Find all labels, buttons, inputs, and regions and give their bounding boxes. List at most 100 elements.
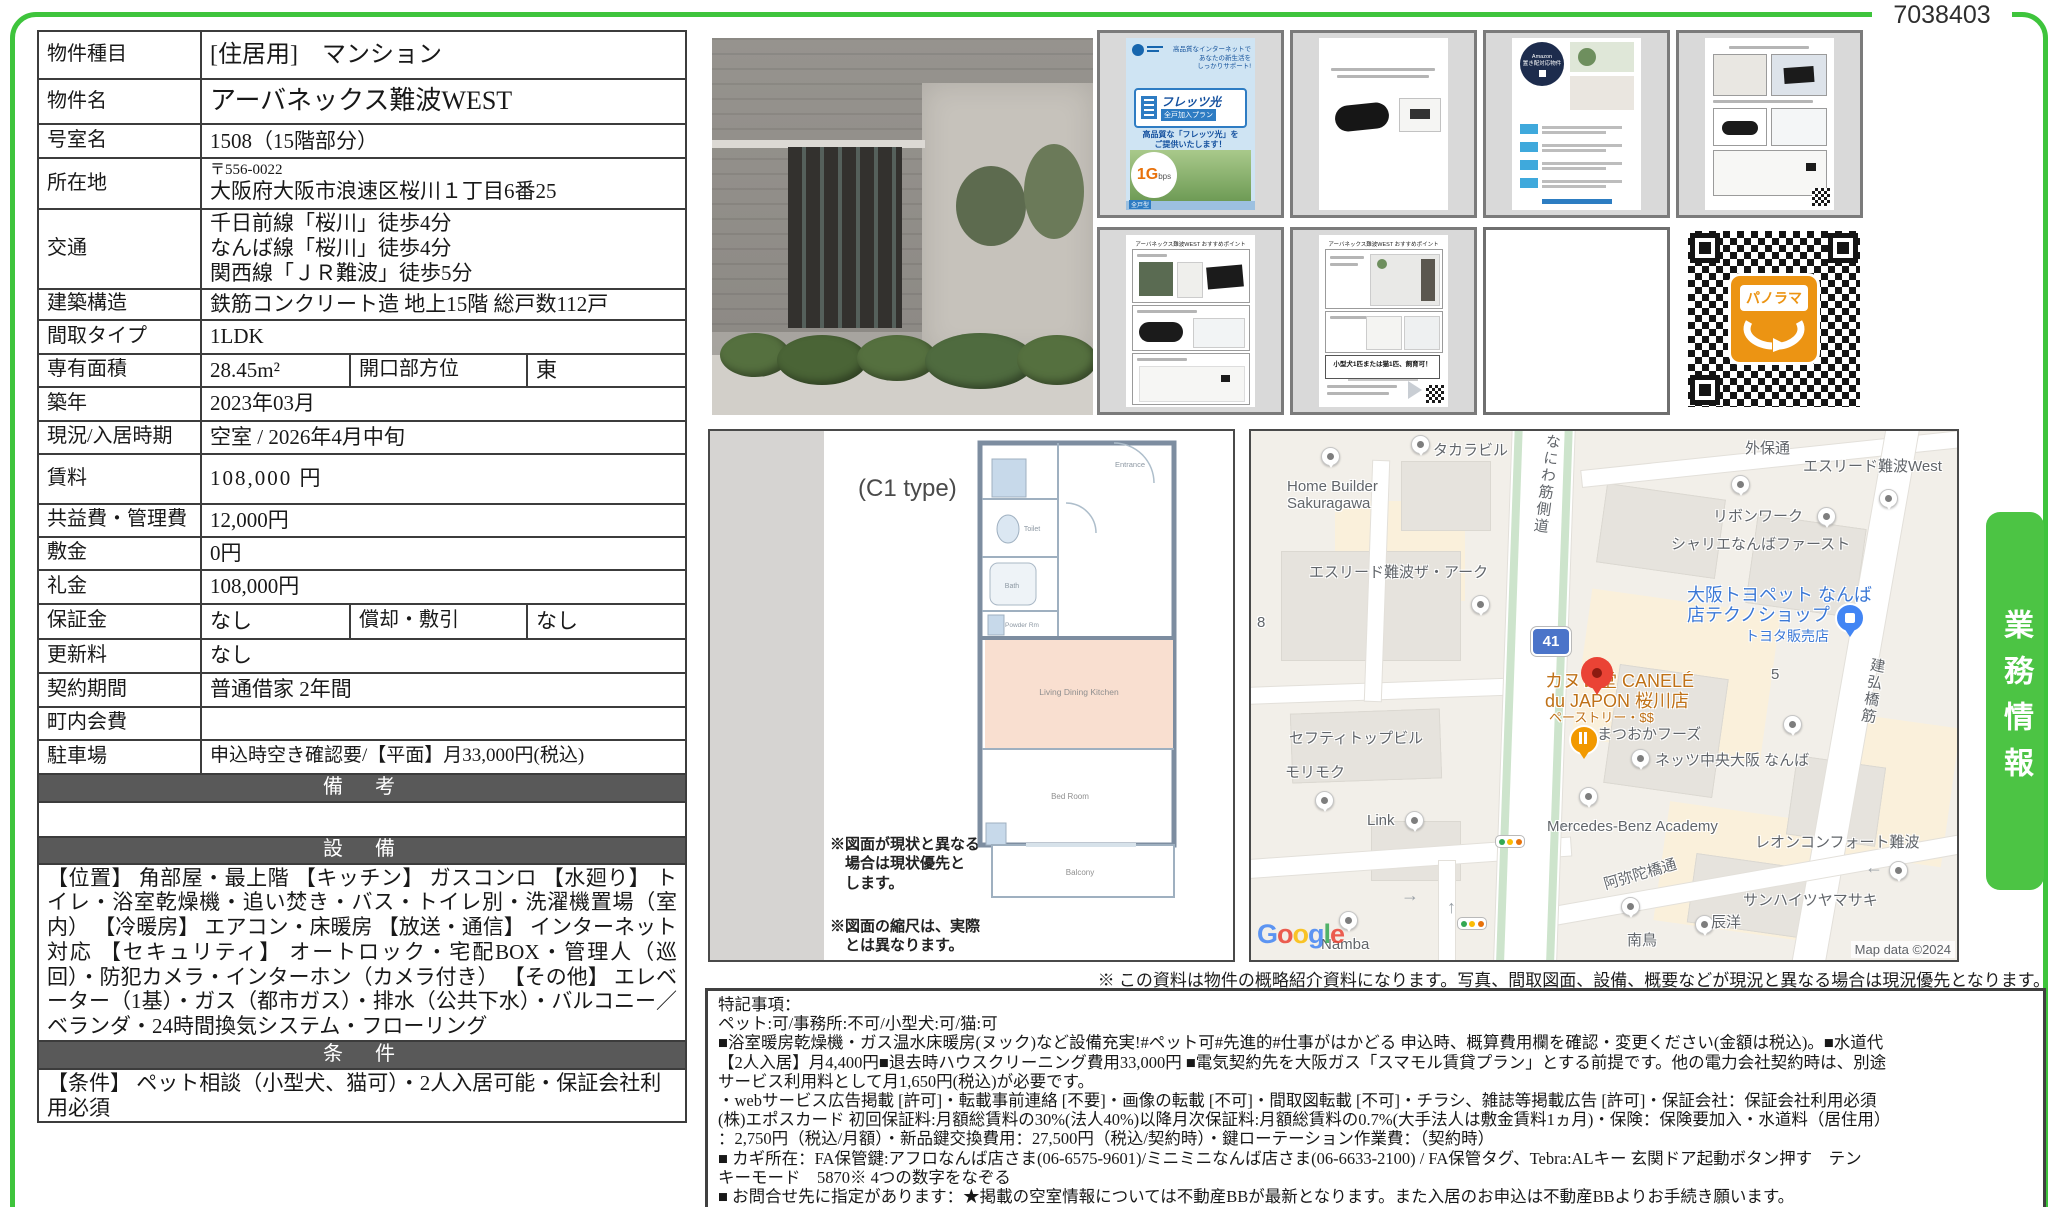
flyer-line: 高品質なインターネットで: [1173, 46, 1251, 55]
row-label: 交通: [38, 209, 201, 289]
row-label: 築年: [38, 387, 201, 421]
row-label: 所在地: [38, 158, 201, 209]
qr-mini-icon: [1812, 188, 1830, 206]
floorplan-note: ※図面の縮尺は、実際 とは異なります。: [830, 917, 990, 956]
room-label: Living Dining Kitchen: [1039, 687, 1119, 697]
map-label: ←: [1865, 857, 1883, 877]
map-label: Link: [1367, 813, 1395, 830]
map-label: 大阪トヨペット なんば 店テクノショップ: [1687, 585, 1872, 625]
map-label: 5: [1771, 667, 1779, 684]
map-label: 建弘橋筋: [1857, 656, 1885, 726]
address-cell: 〒556-0022大阪府大阪市浪速区桜川１丁目6番25: [201, 158, 686, 209]
room-label: Powder Rm: [1005, 622, 1039, 629]
remarks-line: サービス利用料として月1,650円(税込)が必要です。: [718, 1072, 2033, 1091]
flyer-row: [1520, 124, 1634, 136]
structure: 鉄筋コンクリート造 地上15階 総戸数112戸: [201, 289, 686, 320]
points-flyer: [1705, 38, 1834, 210]
row-label: 号室名: [38, 124, 201, 158]
document-number: 7038403: [1880, 1, 2004, 30]
rotate-arrow-icon: [1739, 318, 1809, 352]
flyer-catchcopy: 高品質な「フレッツ光」を ご提供いたします！: [1126, 130, 1255, 150]
traffic-light-icon: [1495, 835, 1525, 848]
gray-map-pin: [1783, 715, 1802, 734]
row-label: 専有面積: [38, 354, 201, 387]
remarks-line: ■ カギ所在：FA保管鍵:アフロなんば店さま(06-6575-9601)/ミニミ…: [718, 1149, 2033, 1168]
remarks-line: ・webサービス広告掲載 [許可]・転載事前連絡 [不要]・画像の転載 [不可]…: [718, 1091, 2033, 1110]
traffic-cell: 千日前線「桜川」徒歩4分 なんば線「桜川」徒歩4分 関西線「ＪＲ難波」徒歩5分: [201, 209, 686, 289]
food-map-pin: [1569, 725, 1599, 755]
speaker-photo: [1139, 322, 1183, 342]
text-bar: [1331, 68, 1435, 71]
amortization: なし: [527, 604, 686, 639]
map-label: モリモク: [1285, 765, 1345, 782]
gray-map-pin: [1879, 489, 1898, 508]
shower-photo: [1193, 318, 1245, 348]
traffic-line: なんば線「桜川」徒歩4分: [210, 236, 677, 261]
business-info-tab[interactable]: 業務情報: [1986, 512, 2044, 890]
flyer-thumbnail-points2: アーバネックス難波WEST おすすめポイント: [1097, 227, 1284, 415]
flyer-thumbnail-speaker: [1290, 30, 1477, 218]
badge-line: Amazon: [1520, 54, 1564, 61]
map-label: 阿弥陀橋通: [1602, 857, 1679, 894]
neighborhood-fee: [201, 707, 686, 740]
remarks-line: (株)エポスカード 初回保証料:月額総賃料の30%(法人40%)以降月次保証料:…: [718, 1110, 2033, 1129]
map-label: まつおかフーズ: [1597, 727, 1701, 744]
points-flyer: アーバネックス難波WEST おすすめポイント: [1126, 235, 1255, 407]
map-label: サンハイツヤマサキ: [1743, 893, 1878, 910]
conditions-text: 【条件】 ペット相談（小型犬、猫可）・2人入居可能・保証会社利用必須: [38, 1069, 686, 1123]
route-41-shield: 41: [1531, 627, 1571, 656]
flyer-photo: [1570, 42, 1634, 72]
qr-finder: [1690, 233, 1720, 263]
flyer-photo: [1771, 108, 1827, 146]
map-label: タカラビル: [1433, 443, 1508, 460]
flyer-row: [1520, 160, 1634, 172]
pet-ok-banner: 小型犬1匹または猫1匹、飼育可！: [1325, 355, 1440, 379]
flyer-section: [1132, 249, 1250, 303]
row-label: 保証金: [38, 604, 201, 639]
entrance-door: [788, 147, 902, 328]
gray-map-pin: [1405, 811, 1424, 830]
traffic-line: 関西線「ＪＲ難波」徒歩5分: [210, 261, 677, 286]
flyer-row: [1520, 178, 1634, 190]
parking: 申込時空き確認要/【平面】月33,000円(税込): [201, 740, 686, 774]
location-map[interactable]: 41 タカラビルHome Builder Sakuragawa外保通エスリード難…: [1249, 429, 1959, 962]
amazon-badge: Amazon 置き配対応物件: [1520, 42, 1564, 86]
map-label: 辰洋: [1711, 915, 1741, 932]
plan-chip: 全戸加入プラン: [1161, 109, 1216, 121]
map-label: トヨタ販売店: [1745, 629, 1829, 645]
flyer-line: あなたの新生活を: [1173, 55, 1251, 64]
map-label: ネッツ中央大阪 なんば: [1655, 753, 1809, 770]
special-remarks-box: 特記事項： ペット:可/事務所:不可/小型犬:可/猫:可 ■浴室暖房乾燥機・ガス…: [705, 988, 2046, 1207]
text-bar: [1137, 310, 1197, 313]
floorplan-type-label: (C1 type): [858, 475, 957, 503]
flyer-thumbnail-points3: アーバネックス難波WEST おすすめポイント 小型犬1匹または猫1匹、飼育可！: [1290, 227, 1477, 415]
property-name: アーバネックス難波WEST: [201, 79, 686, 124]
flyer-photo: [1139, 262, 1173, 296]
row-label: 契約期間: [38, 673, 201, 707]
row-label: 物件種目: [38, 31, 201, 79]
flyer-photo: [1771, 54, 1827, 96]
gray-map-pin: [1411, 435, 1430, 454]
building-icon: [1141, 96, 1157, 119]
room-label: Toilet: [1024, 526, 1040, 533]
traffic-line: 千日前線「桜川」徒歩4分: [210, 211, 677, 236]
row-label: 共益費・管理費: [38, 504, 201, 537]
gray-map-pin: [1471, 595, 1490, 614]
shrub: [777, 335, 867, 385]
text-bar: [1330, 263, 1358, 266]
panorama-icon: パノラマ: [1728, 273, 1820, 365]
floorplan-margin: [710, 431, 824, 960]
equipment-text: 【位置】 角部屋・最上階 【キッチン】 ガスコンロ 【水廻り】 トイレ・浴室乾燥…: [38, 864, 686, 1041]
gray-map-pin: [1321, 447, 1340, 466]
flyer-line: ご提供いたします！: [1126, 140, 1255, 150]
flyer-badge: 全戸型: [1129, 200, 1151, 209]
flyer-line: 高品質な「フレッツ光」を: [1126, 130, 1255, 140]
traffic-light-icon: [1457, 917, 1487, 930]
remarks-line: ：2,750円（税込/月額）・新品鍵交換費用：27,500円（税込/契約時）・鍵…: [718, 1129, 2033, 1148]
property-sheet: 7038403 物件種目[住居用] マンション 物件名アーバネックス難波WEST…: [0, 0, 2056, 1207]
room-label: Bed Room: [1051, 792, 1089, 801]
map-label: ↑: [1447, 897, 1456, 917]
security-deposit: なし: [201, 604, 350, 639]
map-label: リボンワーク: [1713, 509, 1803, 526]
arrow-icon: [1408, 381, 1422, 399]
